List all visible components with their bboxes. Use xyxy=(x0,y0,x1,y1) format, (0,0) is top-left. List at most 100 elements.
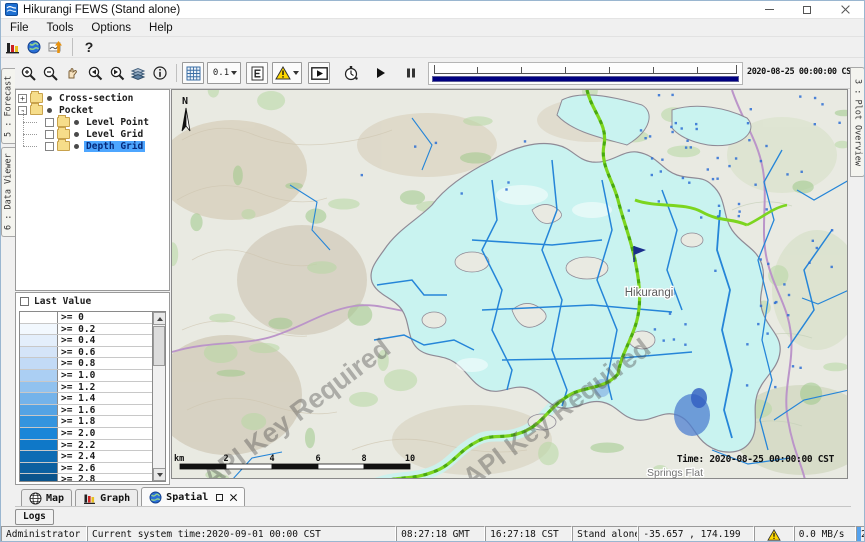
pan-button[interactable] xyxy=(61,62,83,84)
close-button[interactable] xyxy=(826,1,864,18)
status-local-time: 16:27:18 CST xyxy=(485,526,572,542)
left-tabstrip: 5 : Forecast 6 : Data Viewer xyxy=(1,89,15,487)
magnifier-forward-icon xyxy=(108,65,125,82)
globe-wire-icon xyxy=(29,492,42,505)
bullet-icon xyxy=(74,120,79,125)
zoom-out-button[interactable] xyxy=(39,62,61,84)
tree-item[interactable]: Level Point xyxy=(16,116,169,128)
pause-icon xyxy=(405,67,417,79)
timer-icon xyxy=(343,65,359,81)
zoom-next-button[interactable] xyxy=(105,62,127,84)
tree-expander-icon[interactable]: + xyxy=(18,94,27,103)
help-button[interactable]: ? xyxy=(78,36,100,58)
magnifier-minus-icon xyxy=(42,65,59,82)
folder-icon xyxy=(30,93,43,103)
layers-button[interactable] xyxy=(127,62,149,84)
legend-button[interactable] xyxy=(246,62,268,84)
info-button[interactable] xyxy=(149,62,171,84)
magnifier-plus-icon xyxy=(20,65,37,82)
tree-expander-icon[interactable] xyxy=(45,118,54,127)
tree-expander-icon[interactable] xyxy=(45,130,54,139)
play-icon xyxy=(375,67,387,79)
grid-icon xyxy=(186,66,201,81)
legend-row: >= 1.8 xyxy=(20,416,152,428)
menu-item-file[interactable]: File xyxy=(1,20,38,36)
last-value-checkbox[interactable] xyxy=(20,297,29,306)
map-panel-button[interactable] xyxy=(23,36,45,58)
legend-color-swatch xyxy=(20,382,58,393)
menu-item-help[interactable]: Help xyxy=(140,20,182,36)
tab-spatial-label: Spatial xyxy=(166,492,208,503)
minimize-button[interactable] xyxy=(750,1,788,18)
tree-item-label: Pocket xyxy=(57,105,95,116)
globe-icon xyxy=(149,491,162,504)
maximize-button[interactable] xyxy=(788,1,826,18)
legend-row: >= 0.4 xyxy=(20,335,152,347)
spatial-display-button[interactable] xyxy=(45,36,67,58)
tab-spatial[interactable]: Spatial xyxy=(141,487,245,506)
warnings-button[interactable] xyxy=(272,62,302,84)
legend-threshold-label: >= 1.6 xyxy=(58,405,98,416)
tab-graph[interactable]: Graph xyxy=(75,489,138,506)
timestep-button[interactable] xyxy=(340,62,362,84)
legend-row: >= 0.8 xyxy=(20,358,152,370)
bullet-icon xyxy=(47,108,52,113)
legend-color-swatch xyxy=(20,416,58,427)
log-panel-button[interactable] xyxy=(1,36,23,58)
menu-item-options[interactable]: Options xyxy=(82,20,140,36)
scrollbar-thumb[interactable] xyxy=(153,326,165,366)
menu-item-tools[interactable]: Tools xyxy=(38,20,83,36)
toolbar-panels: ? xyxy=(1,37,864,58)
zoom-in-button[interactable] xyxy=(17,62,39,84)
bullet-icon xyxy=(74,144,79,149)
status-mode: Stand alone xyxy=(572,526,638,542)
tree-item-label: Level Grid xyxy=(84,129,145,140)
animation-button[interactable] xyxy=(308,62,330,84)
legend-color-swatch xyxy=(20,405,58,416)
classbreak-scale-button[interactable]: 0.1 xyxy=(207,62,241,84)
scroll-down-button[interactable] xyxy=(153,468,166,481)
legend-row: >= 2.6 xyxy=(20,463,152,475)
tab-forecast[interactable]: 5 : Forecast xyxy=(1,68,15,144)
tree-expander-icon[interactable] xyxy=(45,142,54,151)
bullet-icon xyxy=(74,132,79,137)
play-box-icon xyxy=(311,67,328,80)
tree-item[interactable]: Depth Grid xyxy=(16,140,169,152)
titlebar: Hikurangi FEWS (Stand alone) xyxy=(1,1,864,19)
svg-text:10: 10 xyxy=(405,454,415,464)
tab-map[interactable]: Map xyxy=(21,489,72,506)
legend-color-swatch xyxy=(20,463,58,474)
bottom-tabbar: Map Graph Spatial xyxy=(15,487,851,507)
legend-row: >= 1.2 xyxy=(20,382,152,394)
tree-item[interactable]: Level Grid xyxy=(16,128,169,140)
map-viewport[interactable]: API Key Required API Key Required Hikura… xyxy=(171,89,848,479)
tab-data-viewer[interactable]: 6 : Data Viewer xyxy=(1,147,15,237)
legend-list: >= 0 >= 0.2 >= 0.4 >= 0.6 xyxy=(19,311,166,482)
chevron-down-icon xyxy=(293,71,299,75)
pause-button[interactable] xyxy=(400,62,422,84)
timeline-slider[interactable] xyxy=(428,62,743,85)
maximize-panel-icon[interactable] xyxy=(216,494,223,501)
magnifier-back-icon xyxy=(86,65,103,82)
logs-button[interactable]: Logs xyxy=(15,509,54,525)
tab-plot-overview[interactable]: 3 : Plot Overview xyxy=(850,67,865,177)
legend-color-swatch xyxy=(20,393,58,404)
toolbar-separator xyxy=(176,64,177,82)
tree-item[interactable]: - Pocket xyxy=(16,104,169,116)
legend-row: >= 0 xyxy=(20,312,152,324)
tab-graph-label: Graph xyxy=(100,493,130,504)
folder-icon xyxy=(57,129,70,139)
bars-icon xyxy=(83,492,96,505)
layers-icon xyxy=(130,65,146,81)
arrow-up-icon xyxy=(157,317,163,321)
close-panel-icon[interactable] xyxy=(229,493,237,501)
status-warning[interactable] xyxy=(754,526,794,542)
scroll-up-button[interactable] xyxy=(153,312,166,325)
zoom-previous-button[interactable] xyxy=(83,62,105,84)
map-canvas[interactable]: API Key Required API Key Required Hikura… xyxy=(172,90,848,479)
legend-scrollbar[interactable] xyxy=(152,312,165,481)
play-button[interactable] xyxy=(370,62,392,84)
timeline-range-bar[interactable] xyxy=(432,76,739,82)
grid-display-button[interactable] xyxy=(182,62,204,84)
legend-threshold-label: >= 2.0 xyxy=(58,428,98,439)
